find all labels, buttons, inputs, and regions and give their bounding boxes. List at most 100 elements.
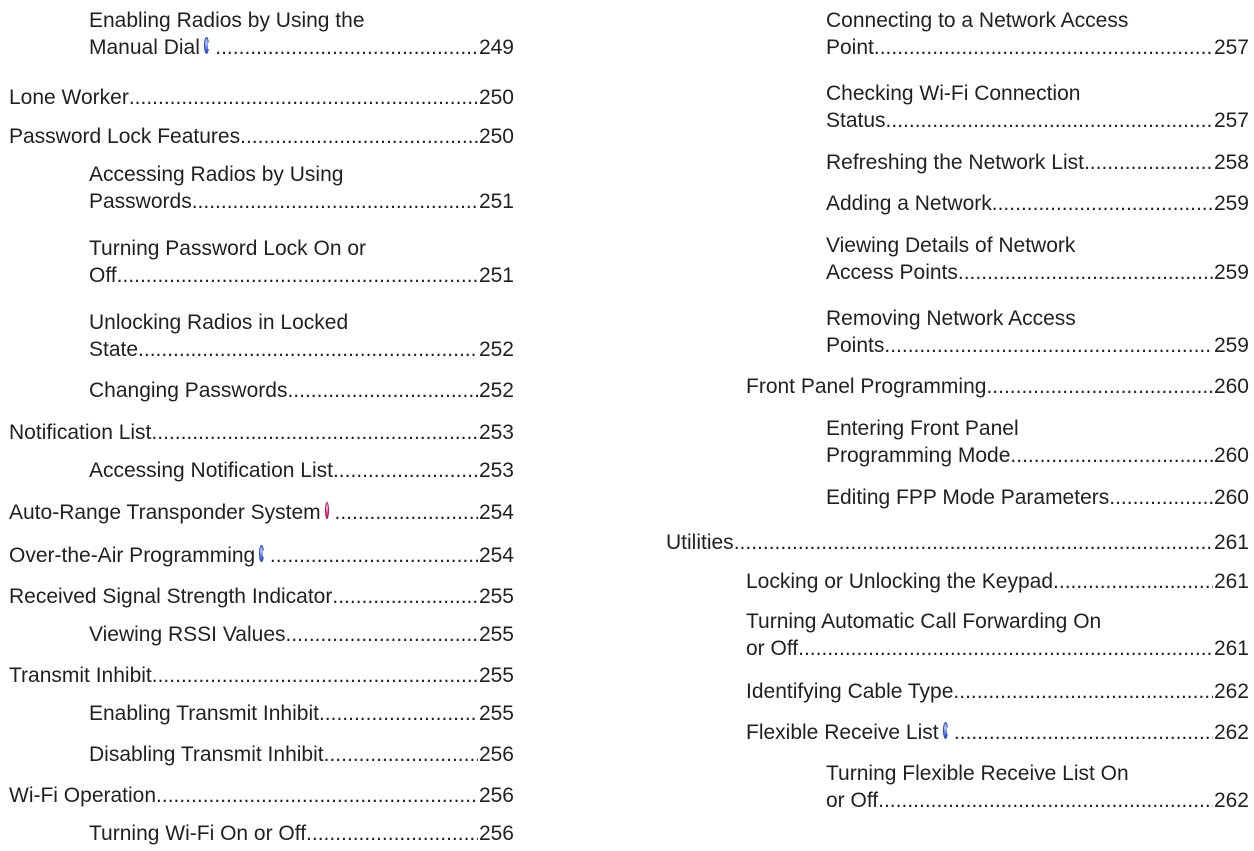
- toc-entry-title: Locking or Unlocking the Keypad: [746, 570, 1054, 593]
- page-number: 256: [478, 784, 514, 807]
- toc-entry-accessing-radios-by-using-passwords[interactable]: Accessing Radios by Using Passwords 251: [89, 161, 514, 215]
- dot-leader: [152, 662, 478, 689]
- toc-entry-enabling-radios-by-using-the-manual-dial[interactable]: Enabling Radios by Using the Manual Dial 2…: [89, 7, 514, 61]
- page-number: 257: [1213, 36, 1249, 59]
- toc-entry-disabling-transmit-inhibit[interactable]: Disabling Transmit Inhibit 256: [89, 741, 514, 768]
- page-number: 259: [1213, 261, 1249, 284]
- toc-entry-line: Passwords 251: [89, 188, 514, 215]
- toc-entry-title: Editing FPP Mode Parameters.: [826, 486, 1116, 509]
- toc-entry-front-panel-programming[interactable]: Front Panel Programming 260: [746, 373, 1249, 400]
- toc-entry-line: Access Points 259: [826, 259, 1249, 286]
- toc-entry-title-line: Checking Wi-Fi Connection: [826, 82, 1081, 105]
- dot-leader: [1053, 568, 1213, 595]
- toc-entry-editing-fpp-mode-parameters[interactable]: Editing FPP Mode Parameters. 260: [826, 484, 1249, 511]
- toc-entry-line: Point 257: [826, 34, 1249, 61]
- toc-entry-wi-fi-operation[interactable]: Wi-Fi Operation 256: [9, 782, 514, 809]
- toc-entry-connecting-to-a-network-access-point[interactable]: Connecting to a Network Access Point 257: [826, 7, 1249, 61]
- dot-leader: [192, 188, 478, 215]
- toc-entry-line: Lone Worker 250: [9, 84, 514, 111]
- toc-entry-title: Received Signal Strength Indicator: [9, 585, 333, 608]
- dot-leader: [884, 332, 1213, 359]
- page-number: 249: [478, 36, 514, 59]
- toc-entry-turning-automatic-call-forwarding-on-or-off[interactable]: Turning Automatic Call Forwarding On or O…: [746, 608, 1249, 662]
- toc-entry-title-line: Entering Front Panel: [826, 417, 1019, 440]
- page-number: 261: [1213, 637, 1249, 660]
- page-number: 258: [1213, 151, 1249, 174]
- page-number: 260: [1213, 486, 1249, 509]
- toc-entry-over-the-air-programming[interactable]: Over-the-Air Programming 254: [9, 542, 514, 569]
- toc-entry-line: Off 251: [89, 262, 514, 289]
- toc-entry-changing-passwords[interactable]: Changing Passwords 252: [89, 377, 514, 404]
- toc-entry-line: Adding a Network 259: [826, 190, 1249, 217]
- toc-entry-line: Auto-Range Transponder System 254: [9, 499, 514, 526]
- toc-entry-line: Points 259: [826, 332, 1249, 359]
- dot-leader: [319, 700, 478, 727]
- toc-entry-entering-front-panel-programming-mode[interactable]: Entering Front Panel Programming Mode 260: [826, 415, 1249, 469]
- toc-entry-line: Enabling Transmit Inhibit 255: [89, 700, 514, 727]
- page-number: 251: [478, 190, 514, 213]
- toc-entry-lone-worker[interactable]: Lone Worker 250: [9, 84, 514, 111]
- page-number: 261: [1213, 531, 1249, 554]
- toc-entry-title: Lone Worker: [9, 86, 129, 109]
- toc-entry-line: Over-the-Air Programming 254: [9, 542, 514, 569]
- toc-entry-line: Disabling Transmit Inhibit 256: [89, 741, 514, 768]
- page-number: 262: [1213, 721, 1249, 744]
- toc-entry-viewing-details-of-network-access-points[interactable]: Viewing Details of Network Access Points 2…: [826, 232, 1249, 286]
- toc-entry-flexible-receive-list[interactable]: Flexible Receive List 262: [746, 719, 1249, 746]
- toc-entry-notification-list[interactable]: Notification List 253: [9, 419, 514, 446]
- page-number: 255: [478, 585, 514, 608]
- toc-entry-received-signal-strength-indicator[interactable]: Received Signal Strength Indicator 255: [9, 583, 514, 610]
- dot-leader: [734, 529, 1213, 556]
- toc-entry-auto-range-transponder-system[interactable]: Auto-Range Transponder System 254: [9, 499, 514, 526]
- toc-entry-turning-wi-fi-on-or-off[interactable]: Turning Wi-Fi On or Off 256: [89, 820, 514, 847]
- toc-entry-title: Accessing Notification List: [89, 459, 333, 482]
- dot-leader: [1115, 484, 1213, 511]
- toc-entry-password-lock-features[interactable]: Password Lock Features 250: [9, 123, 514, 150]
- toc-entry-unlocking-radios-in-locked-state[interactable]: Unlocking Radios in Locked State 252: [89, 309, 514, 363]
- toc-entry-locking-or-unlocking-the-keypad[interactable]: Locking or Unlocking the Keypad 261: [746, 568, 1249, 595]
- page-number: 253: [478, 421, 514, 444]
- dot-leader: [886, 107, 1213, 134]
- toc-entry-removing-network-access-points[interactable]: Removing Network Access Points 259: [826, 305, 1249, 359]
- toc-entry-enabling-transmit-inhibit[interactable]: Enabling Transmit Inhibit 255: [89, 700, 514, 727]
- dot-leader: [286, 621, 478, 648]
- toc-entry-line: Editing FPP Mode Parameters. 260: [826, 484, 1249, 511]
- toc-entry-viewing-rssi-values[interactable]: Viewing RSSI Values 255: [89, 621, 514, 648]
- dot-leader: [335, 499, 478, 526]
- dot-leader: [306, 820, 478, 847]
- toc-entry-line: Front Panel Programming 260: [746, 373, 1249, 400]
- toc-entry-transmit-inhibit[interactable]: Transmit Inhibit 255: [9, 662, 514, 689]
- toc-entry-accessing-notification-list[interactable]: Accessing Notification List 253: [89, 457, 514, 484]
- toc-entry-title-line: Enabling Radios by Using the: [89, 9, 365, 32]
- dot-leader: [986, 373, 1213, 400]
- toc-entry-line: Refreshing the Network List 258: [826, 149, 1249, 176]
- toc-entry-title-line: Turning Flexible Receive List On: [826, 762, 1129, 785]
- toc-entry-title: Programming Mode: [826, 444, 1011, 467]
- dot-leader: [287, 377, 478, 404]
- page-number: 256: [478, 743, 514, 766]
- toc-entry-title: Wi-Fi Operation: [9, 784, 157, 807]
- toc-entry-refreshing-the-network-list[interactable]: Refreshing the Network List 258: [826, 149, 1249, 176]
- toc-entry-turning-password-lock-on-or-off[interactable]: Turning Password Lock On or Off 251: [89, 235, 514, 289]
- dot-leader: [1084, 149, 1213, 176]
- toc-entry-line: Utilities 261: [666, 529, 1249, 556]
- toc-entry-utilities[interactable]: Utilities 261: [666, 529, 1249, 556]
- toc-entry-line: Transmit Inhibit 255: [9, 662, 514, 689]
- toc-entry-title: Access Points: [826, 261, 958, 284]
- dot-leader: [270, 542, 478, 569]
- toc-entry-turning-flexible-receive-list-on-or-off[interactable]: Turning Flexible Receive List On or Off 26…: [826, 760, 1249, 814]
- dot-leader: [958, 259, 1213, 286]
- toc-entry-adding-a-network[interactable]: Adding a Network 259: [826, 190, 1249, 217]
- dot-leader: [332, 583, 478, 610]
- toc-entry-line: Locking or Unlocking the Keypad 261: [746, 568, 1249, 595]
- toc-entry-checking-wi-fi-connection-status[interactable]: Checking Wi-Fi Connection Status 257: [826, 80, 1249, 134]
- page-number: 259: [1213, 192, 1249, 215]
- toc-entry-identifying-cable-type[interactable]: Identifying Cable Type 262: [746, 678, 1249, 705]
- page-number: 252: [478, 338, 514, 361]
- page-number: 253: [478, 459, 514, 482]
- toc-entry-title: Point: [826, 36, 874, 59]
- dot-leader: [156, 782, 478, 809]
- toc-entry-line: Notification List 253: [9, 419, 514, 446]
- dot-leader: [215, 34, 478, 61]
- toc-entry-title-line: Viewing Details of Network: [826, 234, 1076, 257]
